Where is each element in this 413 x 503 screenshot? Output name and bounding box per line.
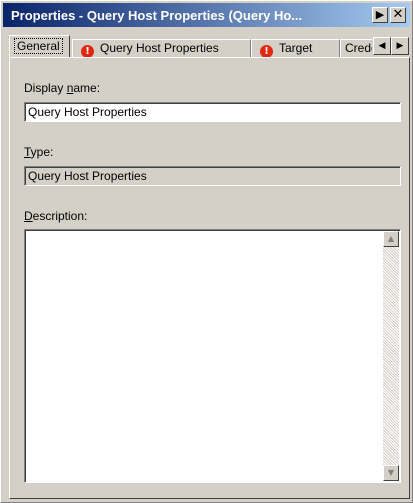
- general-tab-panel: Display name: Type: Description: ▲ ▼: [9, 57, 410, 499]
- tab-general[interactable]: General: [9, 35, 70, 57]
- tab-scroll-left-icon[interactable]: ◀: [373, 37, 391, 55]
- tab-scroll-right-icon[interactable]: ▶: [391, 37, 409, 55]
- tab-query-host-properties-label: Query Host Properties: [100, 41, 219, 55]
- warning-icon: !: [81, 45, 94, 57]
- type-label: Type:: [24, 145, 53, 159]
- display-name-label-text: Display: [24, 81, 67, 95]
- tab-target-label: Target: [279, 41, 313, 55]
- type-field: [24, 166, 401, 186]
- close-icon[interactable]: ✕: [390, 7, 406, 23]
- tab-general-label: General: [14, 38, 63, 54]
- type-label-rest: ype:: [30, 145, 54, 159]
- tab-query-host-properties[interactable]: ! Query Host Properties: [72, 39, 251, 57]
- tab-credentials[interactable]: Crede: [340, 39, 372, 57]
- arrow-right-icon[interactable]: ▶: [372, 7, 388, 23]
- title-bar[interactable]: Properties - Query Host Properties (Quer…: [3, 3, 410, 27]
- description-label: Description:: [24, 209, 87, 223]
- window-title: Properties - Query Host Properties (Quer…: [11, 8, 303, 23]
- properties-window: Properties - Query Host Properties (Quer…: [0, 0, 413, 503]
- display-name-label: Display name:: [24, 81, 100, 95]
- scroll-down-icon[interactable]: ▼: [383, 465, 399, 481]
- description-label-accesskey: D: [24, 209, 33, 223]
- description-label-rest: escription:: [32, 209, 88, 223]
- warning-icon: !: [260, 45, 273, 57]
- scroll-up-icon[interactable]: ▲: [383, 231, 399, 247]
- display-name-label-rest: ame:: [73, 81, 101, 95]
- type-label-accesskey: T: [24, 145, 31, 159]
- tab-credentials-label: Crede: [345, 41, 372, 55]
- tab-strip: General ! Query Host Properties ! Target C…: [9, 35, 410, 57]
- description-textarea[interactable]: ▲ ▼: [24, 229, 401, 483]
- description-scrollbar[interactable]: ▲ ▼: [383, 231, 399, 481]
- display-name-input[interactable]: [24, 102, 401, 122]
- tab-target[interactable]: ! Target: [251, 39, 340, 57]
